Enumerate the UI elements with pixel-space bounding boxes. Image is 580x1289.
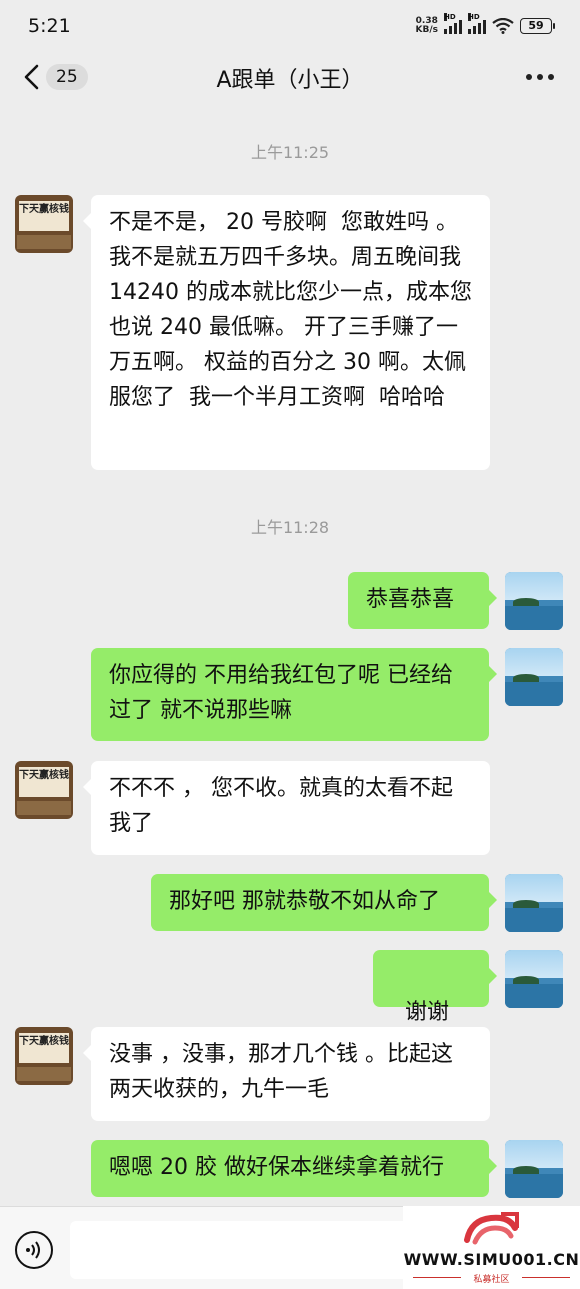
received-message-bubble[interactable]: 不不不 ， 您不收。就真的太看不起我了 — [83, 761, 490, 855]
received-message-bubble[interactable]: 没事 ，没事，那才几个钱 。比起这两天收获的，九牛一毛 — [83, 1027, 490, 1121]
sent-message-bubble[interactable]: 你应得的 不用给我红包了呢 已经给过了 就不说那些嘛 — [91, 648, 497, 741]
received-message-bubble[interactable]: 不是不是， 20 号胶啊 您敢姓吗 。我不是就五万四千多块。周五晚间我 1424… — [83, 195, 490, 470]
network-speed: 0.38 KB/s — [416, 17, 438, 35]
watermark-subtitle: 私募社区 — [473, 1275, 510, 1285]
my-avatar[interactable] — [505, 874, 563, 932]
avatar-plaque-text: 下天赢核钱 — [19, 767, 69, 797]
sent-message-bubble[interactable]: 嗯嗯 20 胶 做好保本继续拿着就行 — [91, 1140, 497, 1197]
message-text: 谢谢 — [405, 1000, 450, 1025]
signal-icon: HD — [444, 13, 462, 34]
site-watermark: WWW.SIMU001.CN 私募社区 — [403, 1206, 580, 1289]
contact-avatar[interactable]: 下天赢核钱 — [15, 761, 73, 819]
sent-message-bubble[interactable]: 恭喜恭喜 — [348, 572, 497, 629]
my-avatar[interactable] — [505, 572, 563, 630]
watermark-url: WWW.SIMU001.CN — [403, 1250, 580, 1269]
sent-message-bubble[interactable]: 谢谢👌 — [373, 950, 497, 1060]
my-avatar[interactable] — [505, 1140, 563, 1198]
network-speed-unit: KB/s — [415, 25, 438, 35]
sent-message-bubble[interactable]: 那好吧 那就恭敬不如从命了 — [151, 874, 497, 931]
watermark-logo-icon — [464, 1212, 519, 1245]
message-timestamp: 上午11:25 — [250, 143, 330, 162]
contact-avatar[interactable]: 下天赢核钱 — [15, 195, 73, 253]
status-icons: 0.38 KB/s HD HD 59 — [416, 13, 555, 35]
status-bar: 5:21 0.38 KB/s HD HD 59 — [0, 0, 580, 52]
wifi-icon — [492, 18, 514, 34]
chat-title: A跟单（小王） — [216, 68, 364, 93]
status-time: 5:21 — [28, 15, 71, 37]
avatar-plaque-text: 下天赢核钱 — [19, 201, 69, 231]
signal-hd-label: HD — [444, 13, 456, 21]
my-avatar[interactable] — [505, 950, 563, 1008]
avatar-plaque-text: 下天赢核钱 — [19, 1033, 69, 1063]
voice-icon[interactable] — [15, 1231, 53, 1269]
more-dots-icon[interactable] — [526, 74, 554, 80]
my-avatar[interactable] — [505, 648, 563, 706]
battery-icon: 59 — [520, 18, 555, 34]
signal-hd-label-2: HD — [468, 13, 480, 21]
signal-icon-2: HD — [468, 13, 486, 34]
chat-header: 25 A跟单（小王） — [0, 52, 580, 102]
contact-avatar[interactable]: 下天赢核钱 — [15, 1027, 73, 1085]
message-timestamp: 上午11:28 — [250, 518, 330, 537]
